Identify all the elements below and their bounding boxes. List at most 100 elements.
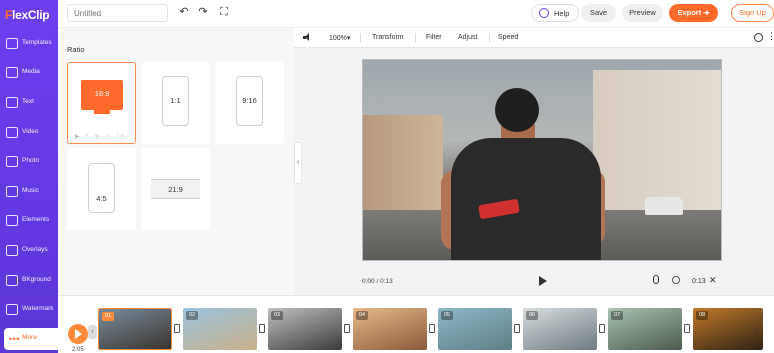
toolbar-divider: [360, 33, 361, 43]
phone-frame-icon: 4:5: [88, 163, 115, 213]
elements-icon: [6, 215, 18, 226]
microphone-icon[interactable]: [653, 275, 659, 284]
timeline-clip[interactable]: 05: [438, 308, 512, 350]
sidebar-item-more[interactable]: ••• More: [4, 328, 58, 350]
phone-frame-icon: 9:16: [236, 76, 263, 126]
more-vertical-icon[interactable]: ⋮: [767, 31, 774, 42]
redo-icon[interactable]: ↷: [197, 6, 209, 18]
project-title-input[interactable]: [67, 4, 168, 22]
timeline-clip[interactable]: 06: [523, 308, 597, 350]
sign-up-button[interactable]: Sign Up: [731, 4, 774, 22]
clip-number-badge: 06: [526, 311, 538, 320]
play-icon[interactable]: [539, 276, 547, 286]
undo-icon[interactable]: ↶: [178, 6, 190, 18]
sidebar-item-label: Overlays: [22, 246, 48, 253]
timeline-clip[interactable]: 03: [268, 308, 342, 350]
sidebar-item-templates[interactable]: Templates: [0, 31, 58, 61]
save-button[interactable]: Save: [581, 4, 616, 22]
ratio-label: 16:9: [94, 89, 110, 98]
sidebar-item-overlays[interactable]: Overlays: [0, 238, 58, 268]
filter-button[interactable]: Filter: [426, 34, 442, 41]
overlays-icon: [6, 245, 18, 256]
clip-duration: 0:13: [692, 278, 706, 285]
runner-head: [495, 88, 539, 132]
watermark-icon: [6, 304, 18, 315]
timeline-clip[interactable]: 08: [693, 308, 763, 350]
transition-icon[interactable]: [344, 324, 350, 333]
sidebar-item-photo[interactable]: Photo: [0, 149, 58, 179]
transition-icon[interactable]: [429, 324, 435, 333]
timeline-play-button[interactable]: [68, 324, 88, 344]
transition-icon[interactable]: [599, 324, 605, 333]
timeline-scroll-left-button[interactable]: ‹: [88, 325, 97, 339]
help-button[interactable]: Help: [531, 4, 579, 22]
transition-icon[interactable]: [514, 324, 520, 333]
flexclip-editor: FlexClip Templates Media Text Video Phot…: [0, 0, 774, 353]
close-icon[interactable]: ✕: [709, 275, 717, 286]
transform-button[interactable]: Transform: [372, 34, 404, 41]
flexclip-logo[interactable]: FlexClip: [5, 8, 50, 22]
sidebar-item-label: Music: [22, 187, 39, 194]
adjust-button[interactable]: Adjust: [458, 34, 477, 41]
sidebar-item-label: BKground: [22, 276, 51, 283]
sidebar-item-label: Photo: [22, 157, 39, 164]
clip-number-badge: 07: [611, 311, 623, 320]
sidebar-item-music[interactable]: Music: [0, 179, 58, 209]
sidebar-item-watermark[interactable]: Watermark: [0, 297, 58, 327]
ratio-option-9-16[interactable]: 9:16: [215, 62, 284, 144]
music-icon: [6, 186, 18, 197]
ratio-label: 1:1: [170, 96, 181, 105]
timeline-clip[interactable]: 01: [98, 308, 172, 350]
sidebar-item-bkground[interactable]: BKground: [0, 268, 58, 298]
timeline-clip[interactable]: 07: [608, 308, 682, 350]
transition-icon[interactable]: [684, 324, 690, 333]
video-scene-building-left: [363, 115, 443, 215]
clock-icon[interactable]: [754, 33, 763, 42]
split-icon[interactable]: [672, 276, 680, 284]
video-scene-runner: [441, 88, 605, 260]
timeline-clip[interactable]: 04: [353, 308, 427, 350]
playback-time: 0:00 / 0:13: [362, 278, 393, 285]
photo-icon: [6, 156, 18, 167]
clip-number-badge: 08: [696, 311, 708, 320]
sidebar-item-label: Video: [22, 128, 39, 135]
wide-frame-icon: 21:9: [151, 179, 200, 199]
video-icon: [6, 127, 18, 138]
sidebar-item-text[interactable]: Text: [0, 90, 58, 120]
export-button[interactable]: Export ➔: [669, 4, 718, 22]
sidebar-item-video[interactable]: Video: [0, 120, 58, 150]
toolbar-divider: [489, 33, 490, 43]
transition-icon[interactable]: [174, 324, 180, 333]
timeline-scroll-right-button[interactable]: ›: [754, 325, 757, 334]
clip-number-badge: 03: [271, 311, 283, 320]
collapse-panel-button[interactable]: ‹: [294, 142, 302, 184]
speed-button[interactable]: Speed: [498, 34, 518, 41]
edit-toolbar: 100%▾ Transform Filter Adjust Speed ⋮: [294, 28, 774, 48]
volume-icon[interactable]: [303, 33, 311, 42]
video-scene-car: [645, 197, 683, 215]
sidebar-item-elements[interactable]: Elements: [0, 208, 58, 238]
sidebar-item-label: Elements: [22, 216, 50, 223]
monitor-stand: [94, 110, 110, 114]
more-dots-icon: •••: [9, 334, 20, 344]
ratio-option-21-9[interactable]: 21:9: [141, 148, 210, 230]
transition-icon[interactable]: [259, 324, 265, 333]
clip-number-badge: 05: [441, 311, 453, 320]
ratio-option-1-1[interactable]: 1:1: [141, 62, 210, 144]
clip-number-badge: 01: [102, 312, 114, 321]
sidebar-item-media[interactable]: Media: [0, 60, 58, 90]
sidebar: FlexClip Templates Media Text Video Phot…: [0, 0, 58, 353]
preview-button[interactable]: Preview: [622, 4, 663, 22]
timeline-clip[interactable]: 02: [183, 308, 257, 350]
zoom-dropdown[interactable]: 100%▾: [329, 34, 350, 42]
phone-frame-icon: 1:1: [162, 76, 189, 126]
sidebar-item-label: Templates: [22, 39, 52, 46]
ratio-option-4-5[interactable]: 4:5: [67, 148, 136, 230]
ratio-option-16-9[interactable]: 16:9 ▶ f ◎ ♫ in: [67, 62, 136, 144]
top-bar: ↶ ↷ ⛶ Help Save Preview Export ➔ Sign Up: [58, 0, 774, 28]
fullscreen-icon[interactable]: ⛶: [218, 6, 230, 18]
ratio-panel: Ratio 16:9 ▶ f ◎ ♫ in 1:1 9:16 4:5 21:9: [58, 28, 294, 295]
runner-body: [451, 138, 601, 260]
video-preview[interactable]: [362, 59, 722, 261]
sidebar-item-label: Media: [22, 68, 40, 75]
